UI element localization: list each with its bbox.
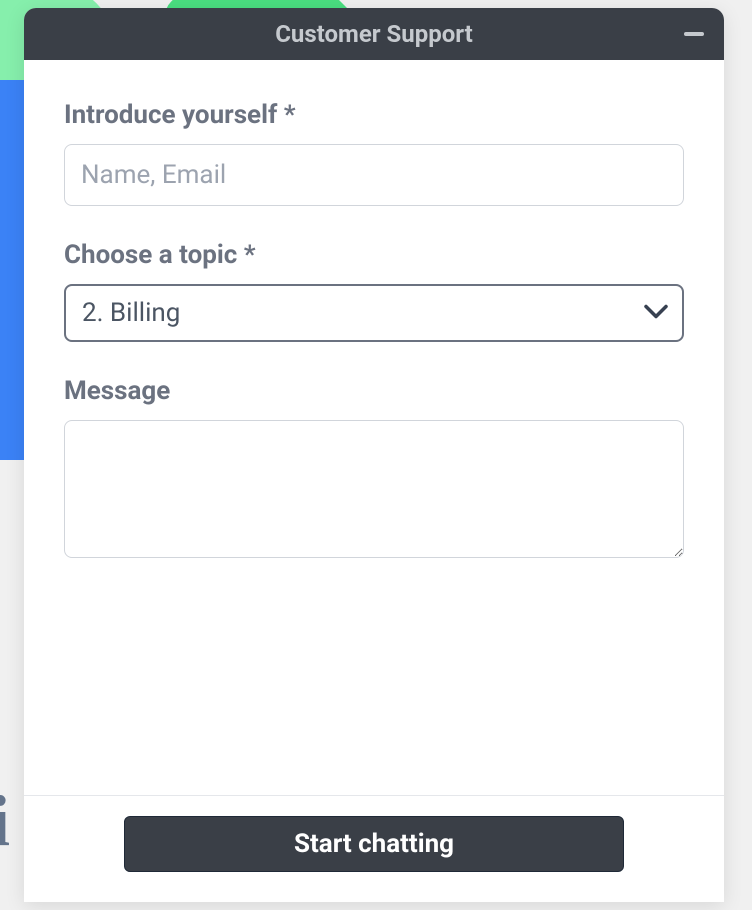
chat-panel: Customer Support Introduce yourself * Ch…: [24, 8, 724, 902]
message-label: Message: [64, 376, 684, 406]
topic-select[interactable]: 2. Billing: [64, 284, 684, 342]
minimize-icon: [684, 32, 704, 36]
header-title: Customer Support: [275, 20, 473, 48]
introduce-label: Introduce yourself *: [64, 100, 684, 130]
topic-label: Choose a topic *: [64, 240, 684, 270]
introduce-group: Introduce yourself *: [64, 100, 684, 206]
minimize-button[interactable]: [684, 32, 704, 36]
chat-footer: Start chatting: [24, 795, 724, 902]
form-body: Introduce yourself * Choose a topic * 2.…: [24, 60, 724, 795]
message-textarea[interactable]: [64, 420, 684, 558]
chat-header: Customer Support: [24, 8, 724, 60]
message-group: Message: [64, 376, 684, 562]
start-chatting-button[interactable]: Start chatting: [124, 816, 624, 872]
topic-select-wrapper: 2. Billing: [64, 284, 684, 342]
topic-group: Choose a topic * 2. Billing: [64, 240, 684, 342]
introduce-input[interactable]: [64, 144, 684, 206]
